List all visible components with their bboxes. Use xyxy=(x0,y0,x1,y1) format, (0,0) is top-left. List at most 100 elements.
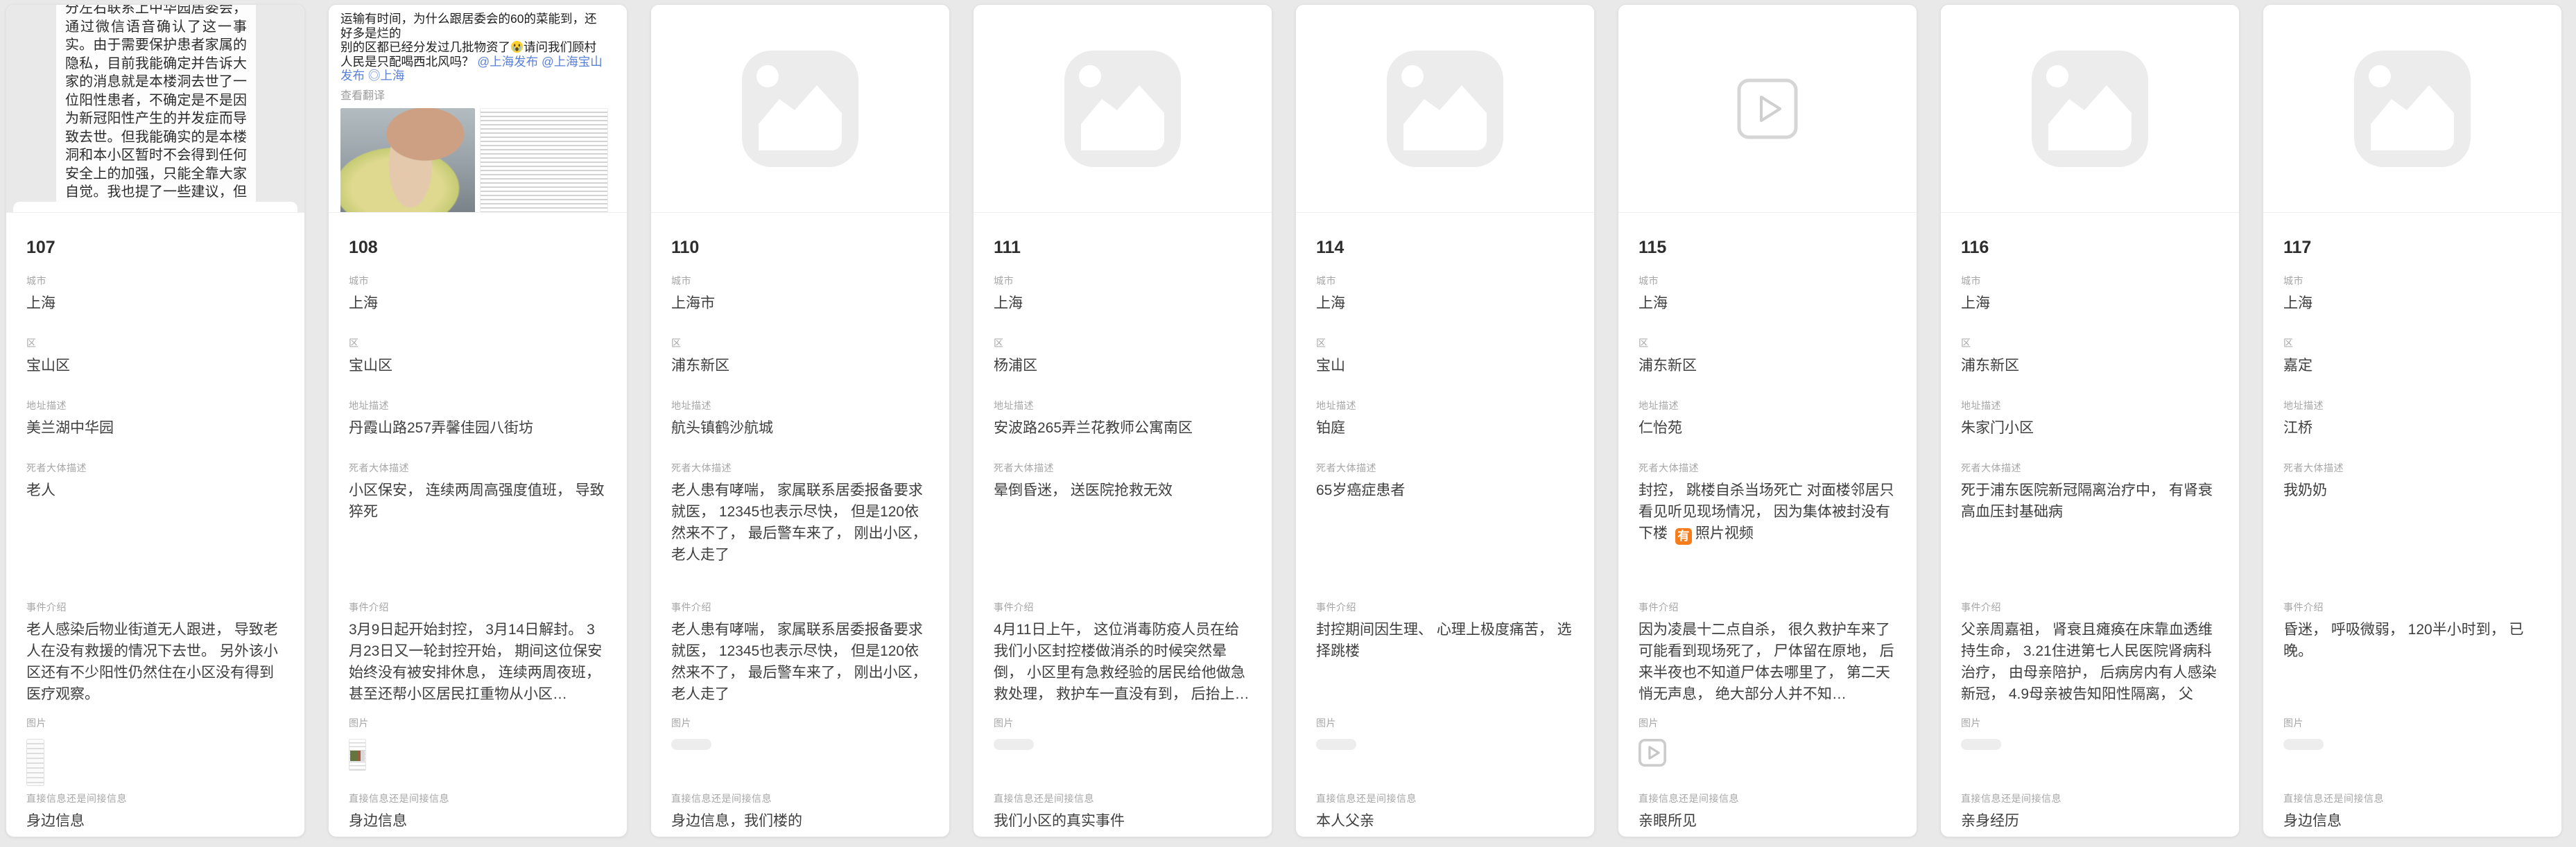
field-address: 地址描述 江桥 xyxy=(2283,399,2541,439)
field-label-image: 图片 xyxy=(994,716,1252,731)
field-label-event-intro: 事件介绍 xyxy=(1639,600,1896,615)
field-value-direct-or-indirect: 身边信息 xyxy=(2283,810,2541,832)
field-label-image: 图片 xyxy=(349,716,607,731)
field-death-description: 死者大体描述 晕倒昏迷， 送医院抢救无效 xyxy=(994,461,1252,573)
field-image: 图片 xyxy=(26,716,284,786)
field-city: 城市 上海 xyxy=(1961,274,2219,314)
field-label-image: 图片 xyxy=(1961,716,2219,731)
field-city: 城市 上海 xyxy=(26,274,284,314)
field-label-district: 区 xyxy=(1316,336,1574,351)
field-death-description: 死者大体描述 我奶奶 xyxy=(2283,461,2541,573)
record-card[interactable]: 117 城市 上海 区 嘉定 地址描述 江桥 死者大体描述 我奶奶 事件介绍 昏… xyxy=(2263,4,2562,837)
card-cover xyxy=(974,5,1272,213)
record-card[interactable]: 运输有时间，为什么跟居委会的60的菜能到，还好多是烂的 别的区都已经分发过几批物… xyxy=(328,4,628,837)
field-label-city: 城市 xyxy=(1639,274,1896,288)
field-value-address: 朱家门小区 xyxy=(1961,417,2219,439)
screenshot-thumbnail[interactable] xyxy=(26,739,44,786)
field-label-death-description: 死者大体描述 xyxy=(349,461,607,475)
record-number: 107 xyxy=(26,238,284,261)
field-value-direct-or-indirect: 身边信息，我们楼的 xyxy=(671,810,929,832)
death-description-text: 老人 xyxy=(26,482,55,498)
record-card[interactable]: 114 城市 上海 区 宝山 地址描述 铂庭 死者大体描述 65岁癌症患者 事件… xyxy=(1295,4,1595,837)
field-value-city: 上海 xyxy=(26,292,284,314)
field-value-death-description: 65岁癌症患者 xyxy=(1316,480,1574,573)
image-placeholder-icon xyxy=(1387,51,1503,167)
field-label-city: 城市 xyxy=(26,274,284,288)
image-thumbnail-area xyxy=(1961,735,2219,786)
field-label-event-intro: 事件介绍 xyxy=(1961,600,2219,615)
field-value-city: 上海 xyxy=(1639,292,1896,314)
image-placeholder-cover xyxy=(651,5,949,212)
crying-emoji-icon xyxy=(510,40,524,53)
death-description-text: 晕倒昏迷， 送医院抢救无效 xyxy=(994,482,1173,498)
field-address: 地址描述 朱家门小区 xyxy=(1961,399,2219,439)
empty-image-pill xyxy=(671,739,711,750)
field-value-direct-or-indirect: 身边信息 xyxy=(26,810,284,832)
empty-image-pill xyxy=(2283,739,2324,750)
field-address: 地址描述 美兰湖中华园 xyxy=(26,399,284,439)
card-body: 110 城市 上海市 区 浦东新区 地址描述 航头镇鹤沙航城 死者大体描述 老人… xyxy=(651,213,949,832)
screenshot-thumbnail[interactable] xyxy=(349,739,366,771)
field-label-death-description: 死者大体描述 xyxy=(1316,461,1574,475)
field-label-district: 区 xyxy=(1639,336,1896,351)
video-placeholder-icon xyxy=(1737,78,1798,139)
weibo-location-link[interactable]: ◎上海 xyxy=(368,69,405,82)
field-label-death-description: 死者大体描述 xyxy=(671,461,929,475)
view-translation-link[interactable]: 查看翻译 xyxy=(340,86,608,103)
field-value-direct-or-indirect: 本人父亲 xyxy=(1316,810,1574,832)
field-value-city: 上海 xyxy=(1961,292,2219,314)
record-card[interactable]: 分左右联系上中华园居委会，通过微信语音确认了这一事实。由于需要保护患者家属的隐私… xyxy=(6,4,305,837)
field-value-death-description: 我奶奶 xyxy=(2283,480,2541,573)
field-value-event-intro: 昏迷， 呼吸微弱， 120半小时到， 已晚。 xyxy=(2283,619,2541,705)
field-label-address: 地址描述 xyxy=(349,399,607,413)
field-value-city: 上海 xyxy=(349,292,607,314)
weibo-mention-link[interactable]: @上海发布 xyxy=(477,55,538,69)
field-label-image: 图片 xyxy=(1316,716,1574,731)
field-label-city: 城市 xyxy=(349,274,607,288)
field-event-intro: 事件介绍 父亲周嘉祖， 肾衰且瘫痪在床靠血透维持生命， 3.21住进第七人民医院… xyxy=(1961,600,2219,705)
video-thumbnail-icon[interactable] xyxy=(1639,739,1666,767)
record-card[interactable]: 111 城市 上海 区 杨浦区 地址描述 安波路265弄兰花教师公寓南区 死者大… xyxy=(973,4,1272,837)
death-description-text: 死于浦东医院新冠隔离治疗中， 有肾衰高血压封基础病 xyxy=(1961,482,2213,520)
card-cover: 运输有时间，为什么跟居委会的60的菜能到，还好多是烂的 别的区都已经分发过几批物… xyxy=(329,5,627,213)
card-body: 116 城市 上海 区 浦东新区 地址描述 朱家门小区 死者大体描述 死于浦东医… xyxy=(1941,213,2239,832)
field-value-event-intro: 4月11日上午， 这位消毒防疫人员在给我们小区封控楼做消杀的时候突然晕倒， 小区… xyxy=(994,619,1252,705)
field-value-address: 铂庭 xyxy=(1316,417,1574,439)
field-label-city: 城市 xyxy=(1316,274,1574,288)
field-label-direct-or-indirect: 直接信息还是间接信息 xyxy=(994,792,1252,806)
record-card[interactable]: 110 城市 上海市 区 浦东新区 地址描述 航头镇鹤沙航城 死者大体描述 老人… xyxy=(650,4,950,837)
field-direct-or-indirect: 直接信息还是间接信息 亲眼所见 xyxy=(1639,792,1896,832)
field-value-event-intro: 老人感染后物业街道无人跟进， 导致老人在没有救援的情况下去世。 另外该小区还有不… xyxy=(26,619,284,705)
field-value-city: 上海 xyxy=(1316,292,1574,314)
field-value-district: 浦东新区 xyxy=(1639,355,1896,376)
record-number: 110 xyxy=(671,238,929,261)
card-cover: 分左右联系上中华园居委会，通过微信语音确认了这一事实。由于需要保护患者家属的隐私… xyxy=(6,5,304,213)
record-card[interactable]: 115 城市 上海 区 浦东新区 地址描述 仁怡苑 死者大体描述 封控， 跳楼自… xyxy=(1618,4,1917,837)
record-number: 115 xyxy=(1639,238,1896,261)
field-direct-or-indirect: 直接信息还是间接信息 亲身经历 xyxy=(1961,792,2219,832)
field-value-death-description: 封控， 跳楼自杀当场死亡 对面楼邻居只看见听见现场情况， 因为集体被封没有下楼 … xyxy=(1639,480,1896,573)
field-value-death-description: 晕倒昏迷， 送医院抢救无效 xyxy=(994,480,1252,573)
field-label-direct-or-indirect: 直接信息还是间接信息 xyxy=(1316,792,1574,806)
field-event-intro: 事件介绍 因为凌晨十二点自杀， 很久救护车来了可能看到现场死了， 尸体留在原地，… xyxy=(1639,600,1896,705)
field-label-address: 地址描述 xyxy=(26,399,284,413)
field-value-city: 上海 xyxy=(2283,292,2541,314)
field-address: 地址描述 航头镇鹤沙航城 xyxy=(671,399,929,439)
field-event-intro: 事件介绍 老人患有哮喘， 家属联系居委报备要求就医， 12345也表示尽快， 但… xyxy=(671,600,929,705)
field-city: 城市 上海 xyxy=(349,274,607,314)
record-card[interactable]: 116 城市 上海 区 浦东新区 地址描述 朱家门小区 死者大体描述 死于浦东医… xyxy=(1940,4,2240,837)
field-city: 城市 上海 xyxy=(1639,274,1896,314)
field-value-district: 杨浦区 xyxy=(994,355,1252,376)
death-description-text: 照片视频 xyxy=(1695,525,1754,541)
field-district: 区 宝山区 xyxy=(349,336,607,376)
field-label-city: 城市 xyxy=(2283,274,2541,288)
field-value-district: 浦东新区 xyxy=(1961,355,2219,376)
field-label-direct-or-indirect: 直接信息还是间接信息 xyxy=(1639,792,1896,806)
field-label-death-description: 死者大体描述 xyxy=(26,461,284,475)
gallery-board: 分左右联系上中华园居委会，通过微信语音确认了这一事实。由于需要保护患者家属的隐私… xyxy=(0,0,2576,847)
field-event-intro: 事件介绍 昏迷， 呼吸微弱， 120半小时到， 已晚。 xyxy=(2283,600,2541,705)
field-image: 图片 xyxy=(1961,716,2219,786)
field-district: 区 宝山 xyxy=(1316,336,1574,376)
field-label-address: 地址描述 xyxy=(2283,399,2541,413)
empty-image-pill xyxy=(994,739,1034,750)
